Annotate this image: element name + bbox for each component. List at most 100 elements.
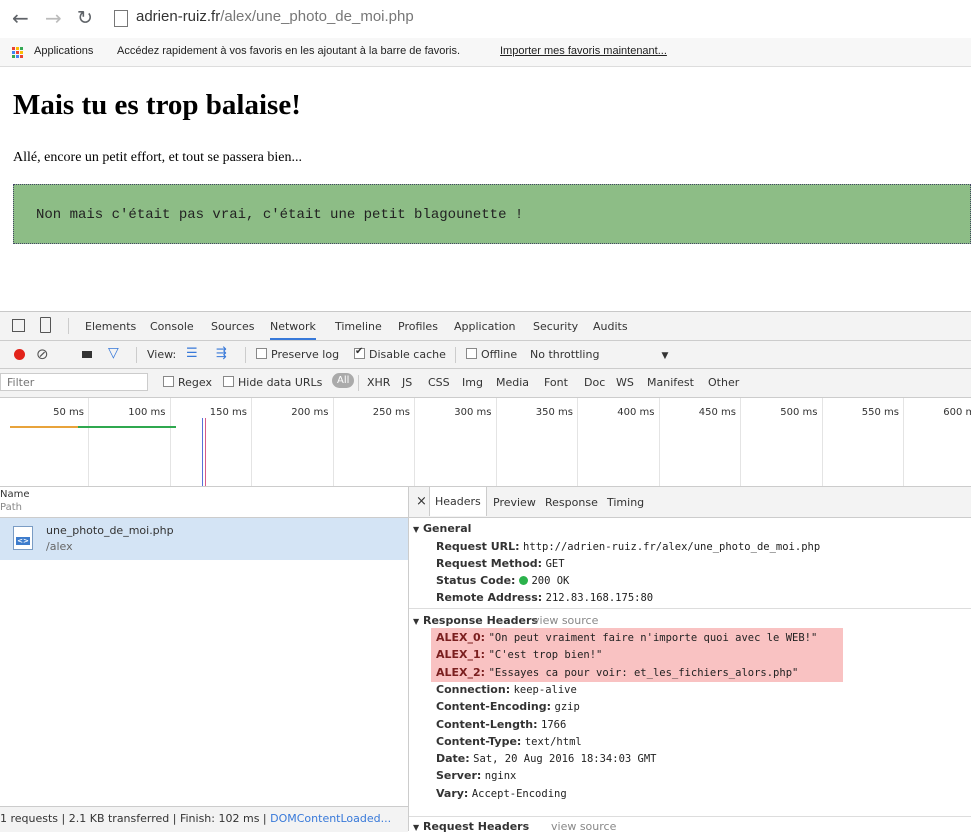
preserve-log-checkbox[interactable]: Preserve log: [256, 348, 339, 361]
timeline-gridline: [577, 398, 578, 486]
separator: [68, 318, 69, 334]
import-bookmarks-link[interactable]: Importer mes favoris maintenant...: [500, 45, 667, 57]
triangle-down-icon: ▼: [413, 525, 419, 534]
response-headers-toggle[interactable]: ▼ Response Headers: [413, 614, 538, 627]
filter-type-other[interactable]: Other: [708, 376, 739, 389]
timeline-gridline: [903, 398, 904, 486]
request-list: Name Path <> une_photo_de_moi.php /alex …: [0, 487, 409, 831]
view-source-link[interactable]: view source: [533, 614, 598, 627]
tab-sources[interactable]: Sources: [211, 320, 255, 333]
timeline-tick-label: 600 ms: [921, 407, 971, 418]
timeline-gridline: [496, 398, 497, 486]
url-text[interactable]: adrien-ruiz.fr/alex/une_photo_de_moi.php: [136, 8, 414, 25]
timeline-gridline: [740, 398, 741, 486]
bookmarks-hint: Accédez rapidement à vos favoris en les …: [117, 45, 460, 57]
response-header-row: ALEX_2: "Essayes ca pour voir: et_les_fi…: [436, 666, 798, 679]
reload-icon[interactable]: ↻: [77, 6, 93, 30]
details-tabbar: × Headers Preview Response Timing: [409, 487, 971, 518]
timeline-tick-label: 350 ms: [513, 407, 573, 418]
general-row: Remote Address: 212.83.168.175:80: [436, 591, 653, 604]
tab-elements[interactable]: Elements: [85, 320, 136, 333]
filter-type-doc[interactable]: Doc: [584, 376, 605, 389]
tab-application[interactable]: Application: [454, 320, 515, 333]
tab-audits[interactable]: Audits: [593, 320, 628, 333]
status-ok-dot-icon: [519, 576, 528, 585]
tab-security[interactable]: Security: [533, 320, 578, 333]
checkbox-icon: [256, 348, 267, 359]
section-divider: [409, 816, 971, 817]
message-text: Non mais c'était pas vrai, c'était une p…: [36, 207, 523, 223]
network-filter-bar: Regex Hide data URLs All XHR JS CSS Img …: [0, 369, 971, 398]
filter-type-xhr[interactable]: XHR: [367, 376, 390, 389]
inspect-element-icon[interactable]: [12, 319, 25, 332]
request-list-header[interactable]: Name Path: [0, 487, 408, 518]
capture-screenshots-icon[interactable]: [82, 351, 92, 358]
tab-timing[interactable]: Timing: [607, 496, 644, 509]
tab-headers[interactable]: Headers: [429, 487, 487, 516]
php-file-icon: <>: [13, 526, 33, 550]
page-title: Mais tu es trop balaise!: [13, 89, 301, 122]
offline-checkbox[interactable]: Offline: [466, 348, 517, 361]
throttling-select[interactable]: No throttling▼: [530, 348, 668, 361]
waterfall-view-icon[interactable]: ⇶: [216, 346, 227, 361]
timeline-bar-receiving: [78, 426, 176, 428]
filter-type-manifest[interactable]: Manifest: [647, 376, 694, 389]
tab-timeline[interactable]: Timeline: [335, 320, 382, 333]
tab-response[interactable]: Response: [545, 496, 598, 509]
chevron-down-icon: ▼: [661, 351, 668, 361]
column-name-header: Name: [0, 489, 30, 500]
filter-icon[interactable]: ▽: [108, 345, 119, 361]
apps-grid-icon[interactable]: [12, 47, 23, 58]
close-icon[interactable]: ×: [416, 494, 427, 509]
network-overview-timeline[interactable]: 50 ms100 ms150 ms200 ms250 ms300 ms350 m…: [0, 398, 971, 487]
separator: [455, 347, 456, 363]
apps-link[interactable]: Applications: [34, 45, 93, 57]
device-mode-icon[interactable]: [40, 317, 51, 333]
filter-type-img[interactable]: Img: [462, 376, 483, 389]
checkbox-checked-icon: [354, 348, 365, 359]
load-event-line: [205, 418, 206, 486]
timeline-tick-label: 250 ms: [350, 407, 410, 418]
view-source-link[interactable]: view source: [551, 820, 616, 833]
response-header-row: ALEX_1: "C'est trop bien!": [436, 648, 602, 661]
record-icon[interactable]: [14, 349, 25, 360]
filter-type-font[interactable]: Font: [544, 376, 568, 389]
filter-type-all[interactable]: All: [332, 373, 354, 388]
response-header-row: Vary: Accept-Encoding: [436, 787, 567, 800]
timeline-gridline: [822, 398, 823, 486]
tab-preview[interactable]: Preview: [493, 496, 536, 509]
filter-type-ws[interactable]: WS: [616, 376, 634, 389]
timeline-tick-label: 200 ms: [269, 407, 329, 418]
disable-cache-checkbox[interactable]: Disable cache: [354, 348, 446, 361]
checkbox-icon: [163, 376, 174, 387]
back-arrow-icon[interactable]: ←: [12, 6, 29, 30]
section-divider: [409, 608, 971, 609]
clear-icon[interactable]: ⊘: [36, 345, 49, 363]
regex-checkbox[interactable]: Regex: [163, 376, 212, 389]
tab-console[interactable]: Console: [150, 320, 194, 333]
tab-profiles[interactable]: Profiles: [398, 320, 438, 333]
forward-arrow-icon[interactable]: →: [45, 6, 62, 30]
timeline-tick-label: 300 ms: [432, 407, 492, 418]
domcontentloaded-link[interactable]: DOMContentLoaded...: [270, 812, 391, 825]
hide-data-urls-checkbox[interactable]: Hide data URLs: [223, 376, 322, 389]
table-row[interactable]: <> une_photo_de_moi.php /alex: [0, 518, 408, 560]
address-bar[interactable]: adrien-ruiz.fr/alex/une_photo_de_moi.php: [108, 4, 964, 32]
filter-input[interactable]: [0, 373, 148, 391]
general-section-toggle[interactable]: ▼ General: [413, 522, 471, 535]
timeline-gridline: [251, 398, 252, 486]
request-name: une_photo_de_moi.php: [46, 524, 174, 537]
timeline-tick-label: 150 ms: [187, 407, 247, 418]
request-path: /alex: [46, 540, 73, 553]
general-row: Status Code: 200 OK: [436, 574, 569, 587]
filter-type-css[interactable]: CSS: [428, 376, 450, 389]
checkbox-icon: [466, 348, 477, 359]
request-headers-toggle[interactable]: ▼ Request Headers: [413, 820, 529, 833]
filter-type-media[interactable]: Media: [496, 376, 529, 389]
checkbox-icon: [223, 376, 234, 387]
timeline-tick-label: 450 ms: [676, 407, 736, 418]
list-view-icon[interactable]: ☰: [186, 346, 198, 361]
triangle-down-icon: ▼: [413, 823, 419, 832]
filter-type-js[interactable]: JS: [402, 376, 412, 389]
tab-network[interactable]: Network: [270, 320, 316, 340]
